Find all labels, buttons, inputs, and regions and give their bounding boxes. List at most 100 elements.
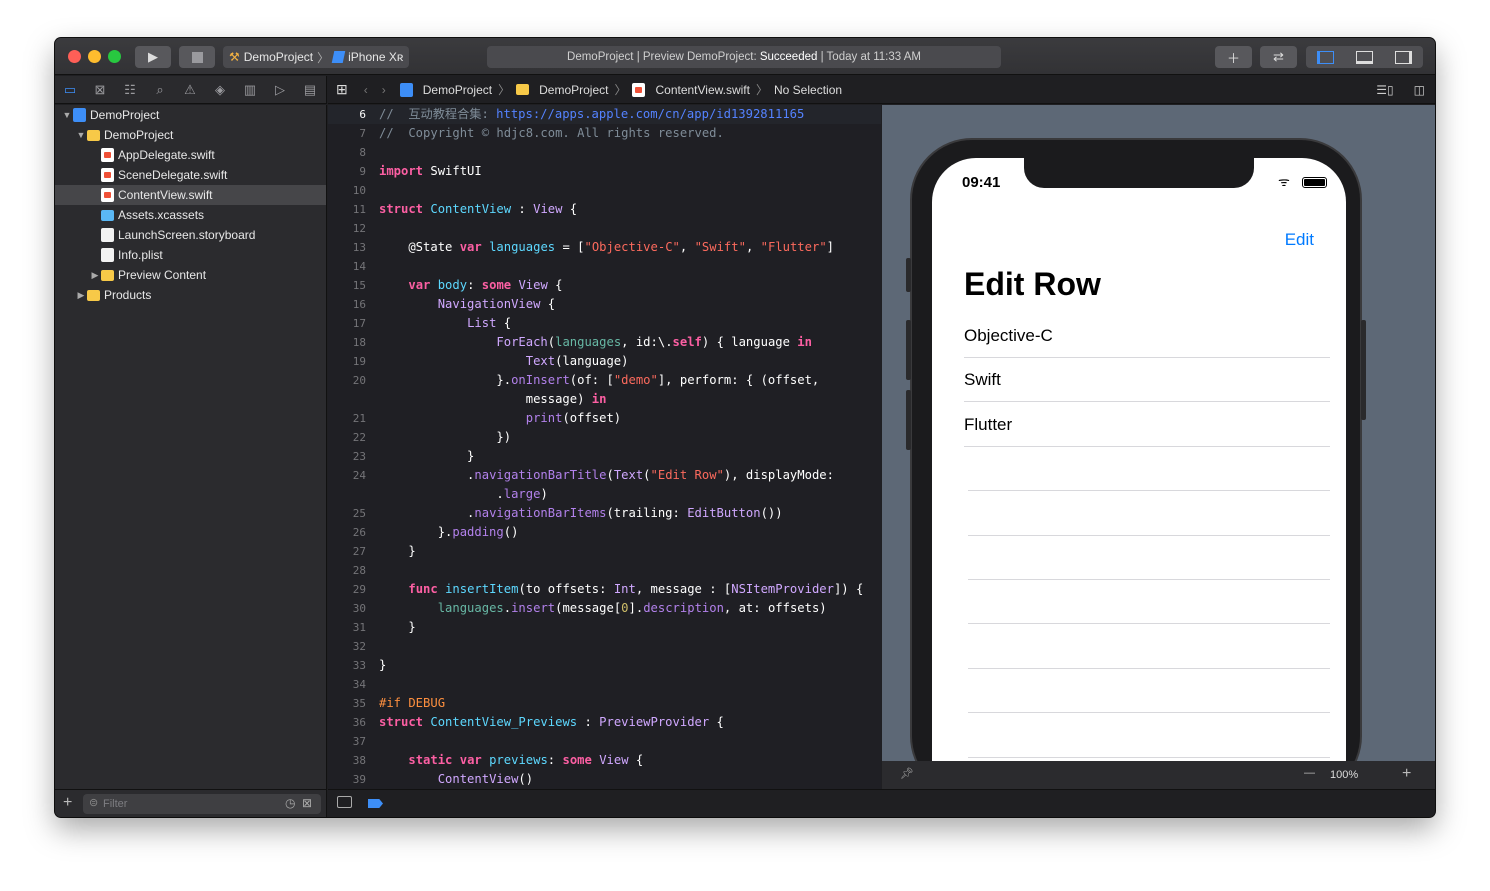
navigator-item[interactable]: ▼ DemoProject [55, 105, 326, 125]
zoom-out-icon[interactable]: — [1304, 767, 1315, 779]
code-line: 13 @State var languages = ["Objective-C"… [328, 238, 881, 257]
library-button[interactable]: ＋ [1215, 46, 1252, 68]
test-icon[interactable]: ◈ [205, 82, 235, 98]
navigator-item[interactable]: AppDelegate.swift [55, 145, 326, 165]
code-line: 12 [328, 219, 881, 238]
related-items-icon[interactable]: ⊞ [336, 81, 348, 98]
add-editor-icon[interactable]: ◫ [1414, 83, 1425, 97]
inspector-toggle-icon[interactable] [1395, 50, 1412, 64]
code-token: print [525, 411, 563, 425]
add-icon[interactable]: + [63, 794, 72, 812]
recent-icon[interactable]: ◷ [285, 796, 295, 810]
code-token: { [540, 297, 556, 311]
breadcrumb-selection[interactable]: No Selection [774, 83, 842, 97]
canvas-toggle-icon[interactable] [337, 796, 352, 808]
code-token: insert [511, 601, 556, 615]
navigator-item[interactable]: Info.plist [55, 245, 326, 265]
code-token: @State [379, 240, 460, 254]
source-editor[interactable]: 6 // 互动教程合集: https://apps.apple.com/cn/ap… [328, 105, 881, 789]
zoom-button[interactable] [108, 50, 121, 63]
code-token: previews [489, 753, 548, 767]
scm-filter-icon[interactable]: ⊠ [302, 796, 312, 810]
code-token: ], perform: { (offset, [657, 373, 820, 387]
run-button[interactable]: ▶ [135, 46, 171, 68]
minimap-icon[interactable]: ☰▯ [1376, 83, 1393, 97]
list-row[interactable]: Flutter [964, 403, 1330, 447]
search-icon[interactable]: ⌕ [145, 82, 175, 98]
navigator-item[interactable]: Assets.xcassets [55, 205, 326, 225]
navigator-item[interactable]: ContentView.swift [55, 185, 326, 205]
debug-icon[interactable]: ▥ [235, 82, 265, 98]
folder-icon [87, 129, 100, 141]
play-icon: ▶ [148, 49, 158, 64]
code-token: View [518, 278, 548, 292]
minimize-button[interactable] [88, 50, 101, 63]
project-icon [399, 82, 413, 97]
zoom-level[interactable]: 100% [1330, 769, 1358, 781]
source-control-icon[interactable]: ⊠ [85, 82, 115, 98]
navigator-item[interactable]: LaunchScreen.storyboard [55, 225, 326, 245]
navigator-toggle-icon[interactable] [1317, 50, 1334, 64]
navigator-item[interactable]: ▶ Products [55, 285, 326, 305]
navigator-item[interactable]: SceneDelegate.swift [55, 165, 326, 185]
folder-icon [87, 289, 100, 301]
code-token: "Edit Row" [650, 468, 724, 482]
code-review-button[interactable]: ⇄ [1260, 46, 1297, 68]
list-row[interactable]: Objective-C [964, 314, 1330, 358]
disclosure-icon[interactable]: ▶ [75, 290, 87, 301]
code-line: 35 #if DEBUG [328, 694, 881, 713]
code-token: . [379, 487, 504, 501]
edit-button[interactable]: Edit [1285, 230, 1314, 250]
hierarchy-icon[interactable]: ☷ [115, 82, 145, 98]
line-number: 7 [359, 127, 366, 140]
code-text: .navigationBarItems(trailing: EditButton… [379, 504, 783, 523]
scheme-selector[interactable]: ⚒ DemoProject 〉 iPhone Xʀ [223, 46, 409, 68]
breadcrumb-group[interactable]: DemoProject [539, 83, 608, 97]
close-button[interactable] [68, 50, 81, 63]
code-line: 19 Text(language) [328, 352, 881, 371]
code-line: 16 NavigationView { [328, 295, 881, 314]
code-token: insertItem [445, 582, 519, 596]
navigator-item[interactable]: ▼ DemoProject [55, 125, 326, 145]
line-number: 20 [352, 374, 366, 387]
line-number: 38 [352, 754, 366, 767]
forward-icon[interactable]: › [382, 83, 386, 97]
zoom-in-icon[interactable]: + [1402, 765, 1411, 783]
back-icon[interactable]: ‹ [364, 83, 368, 97]
code-token: (message[ [555, 601, 622, 615]
code-token: Text [613, 468, 644, 482]
code-line: 20 }.onInsert(of: ["demo"], perform: { (… [328, 371, 881, 390]
line-number: 32 [352, 640, 366, 653]
item-label: DemoProject [104, 128, 174, 142]
navigator-item[interactable]: ▶ Preview Content [55, 265, 326, 285]
pin-icon[interactable]: 📌︎ [900, 767, 914, 780]
folder-icon[interactable]: ▭ [55, 82, 85, 98]
code-line: 39 ContentView() [328, 770, 881, 789]
debug-toggle-icon[interactable] [1356, 50, 1373, 64]
list-row [968, 669, 1330, 714]
code-line: 7 // Copyright © hdjc8.com. All rights re… [328, 124, 881, 143]
stop-button[interactable] [179, 46, 215, 68]
breadcrumb-file[interactable]: ContentView.swift [655, 83, 750, 97]
item-label: SceneDelegate.swift [118, 168, 228, 182]
code-line: 11 struct ContentView : View { [328, 200, 881, 219]
disclosure-icon[interactable]: ▼ [75, 130, 87, 140]
breakpoint-icon[interactable]: ▷ [265, 82, 295, 98]
report-icon[interactable]: ▤ [295, 82, 325, 98]
code-line: 29 func insertItem(to offsets: Int, mess… [328, 580, 881, 599]
breakpoints-toggle-icon[interactable] [368, 799, 383, 808]
breadcrumb-project[interactable]: DemoProject [423, 83, 492, 97]
code-token: navigationBarItems [474, 506, 607, 520]
disclosure-icon[interactable]: ▶ [89, 270, 101, 281]
code-text: ContentView() [379, 770, 533, 789]
warning-icon[interactable]: ⚠ [175, 82, 205, 98]
list-row[interactable]: Swift [964, 358, 1330, 403]
disclosure-icon[interactable]: ▼ [61, 110, 73, 120]
code-token: 0 [621, 601, 629, 615]
line-number: 11 [352, 203, 366, 216]
code-token: , message : [ [635, 582, 732, 596]
